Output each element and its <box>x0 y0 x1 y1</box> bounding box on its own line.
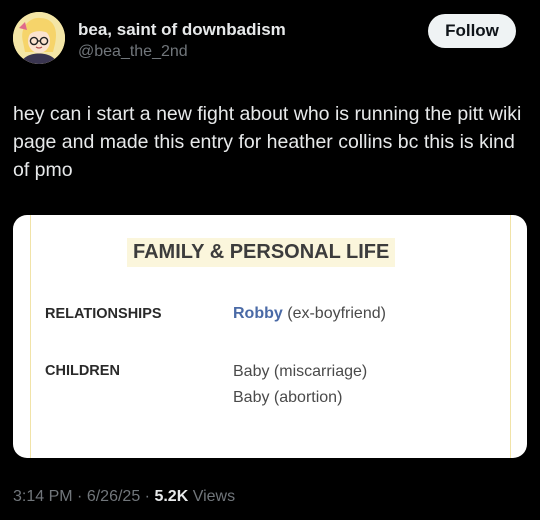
robby-link[interactable]: Robby <box>233 305 283 322</box>
views-count[interactable]: 5.2K <box>154 488 188 505</box>
author-handle[interactable]: @bea_the_2nd <box>78 43 188 61</box>
children-label: CHILDREN <box>45 363 120 379</box>
meta-separator: · <box>77 488 83 505</box>
follow-button[interactable]: Follow <box>428 14 516 48</box>
attached-image-card[interactable]: FAMILY & PERSONAL LIFE RELATIONSHIPS Rob… <box>13 215 527 458</box>
tweet-metadata: 3:14 PM · 6/26/25 · 5.2K Views <box>13 488 235 506</box>
avatar[interactable] <box>13 12 65 64</box>
avatar-illustration <box>13 12 65 64</box>
card-border-left <box>30 215 31 458</box>
meta-separator: · <box>144 488 150 505</box>
relationship-note: (ex-boyfriend) <box>287 305 386 322</box>
card-border-right <box>510 215 511 458</box>
section-heading: FAMILY & PERSONAL LIFE <box>127 238 396 267</box>
relationships-label: RELATIONSHIPS <box>45 306 162 322</box>
author-display-name[interactable]: bea, saint of downbadism <box>78 20 286 40</box>
tweet-date[interactable]: 6/26/25 <box>87 488 140 505</box>
tweet-text: hey can i start a new fight about who is… <box>13 103 522 181</box>
views-label: Views <box>192 488 236 505</box>
children-value-1: Baby (miscarriage) <box>233 363 368 380</box>
relationships-value: Robby (ex-boyfriend) <box>233 305 386 323</box>
children-value-2: Baby (abortion) <box>233 389 343 406</box>
tweet-time[interactable]: 3:14 PM <box>13 488 73 505</box>
